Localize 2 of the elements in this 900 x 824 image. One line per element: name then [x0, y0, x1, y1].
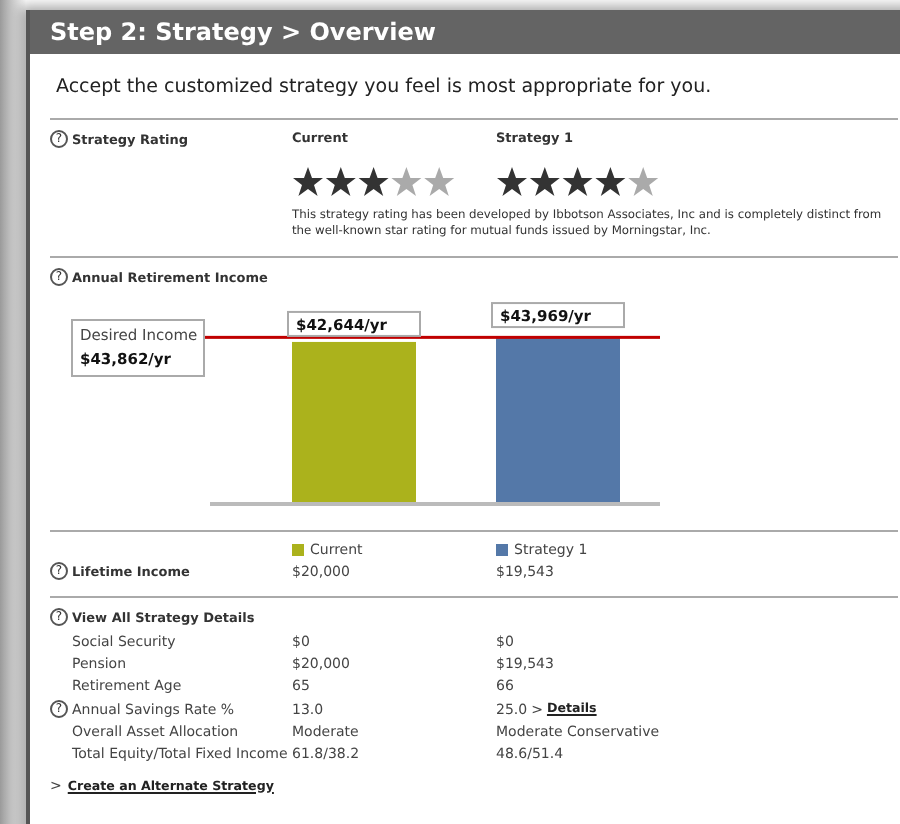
intro-text: Accept the customized strategy you feel is most appropriate for you.	[56, 74, 714, 102]
page-title: Step 2: Strategy > Overview	[50, 18, 436, 46]
